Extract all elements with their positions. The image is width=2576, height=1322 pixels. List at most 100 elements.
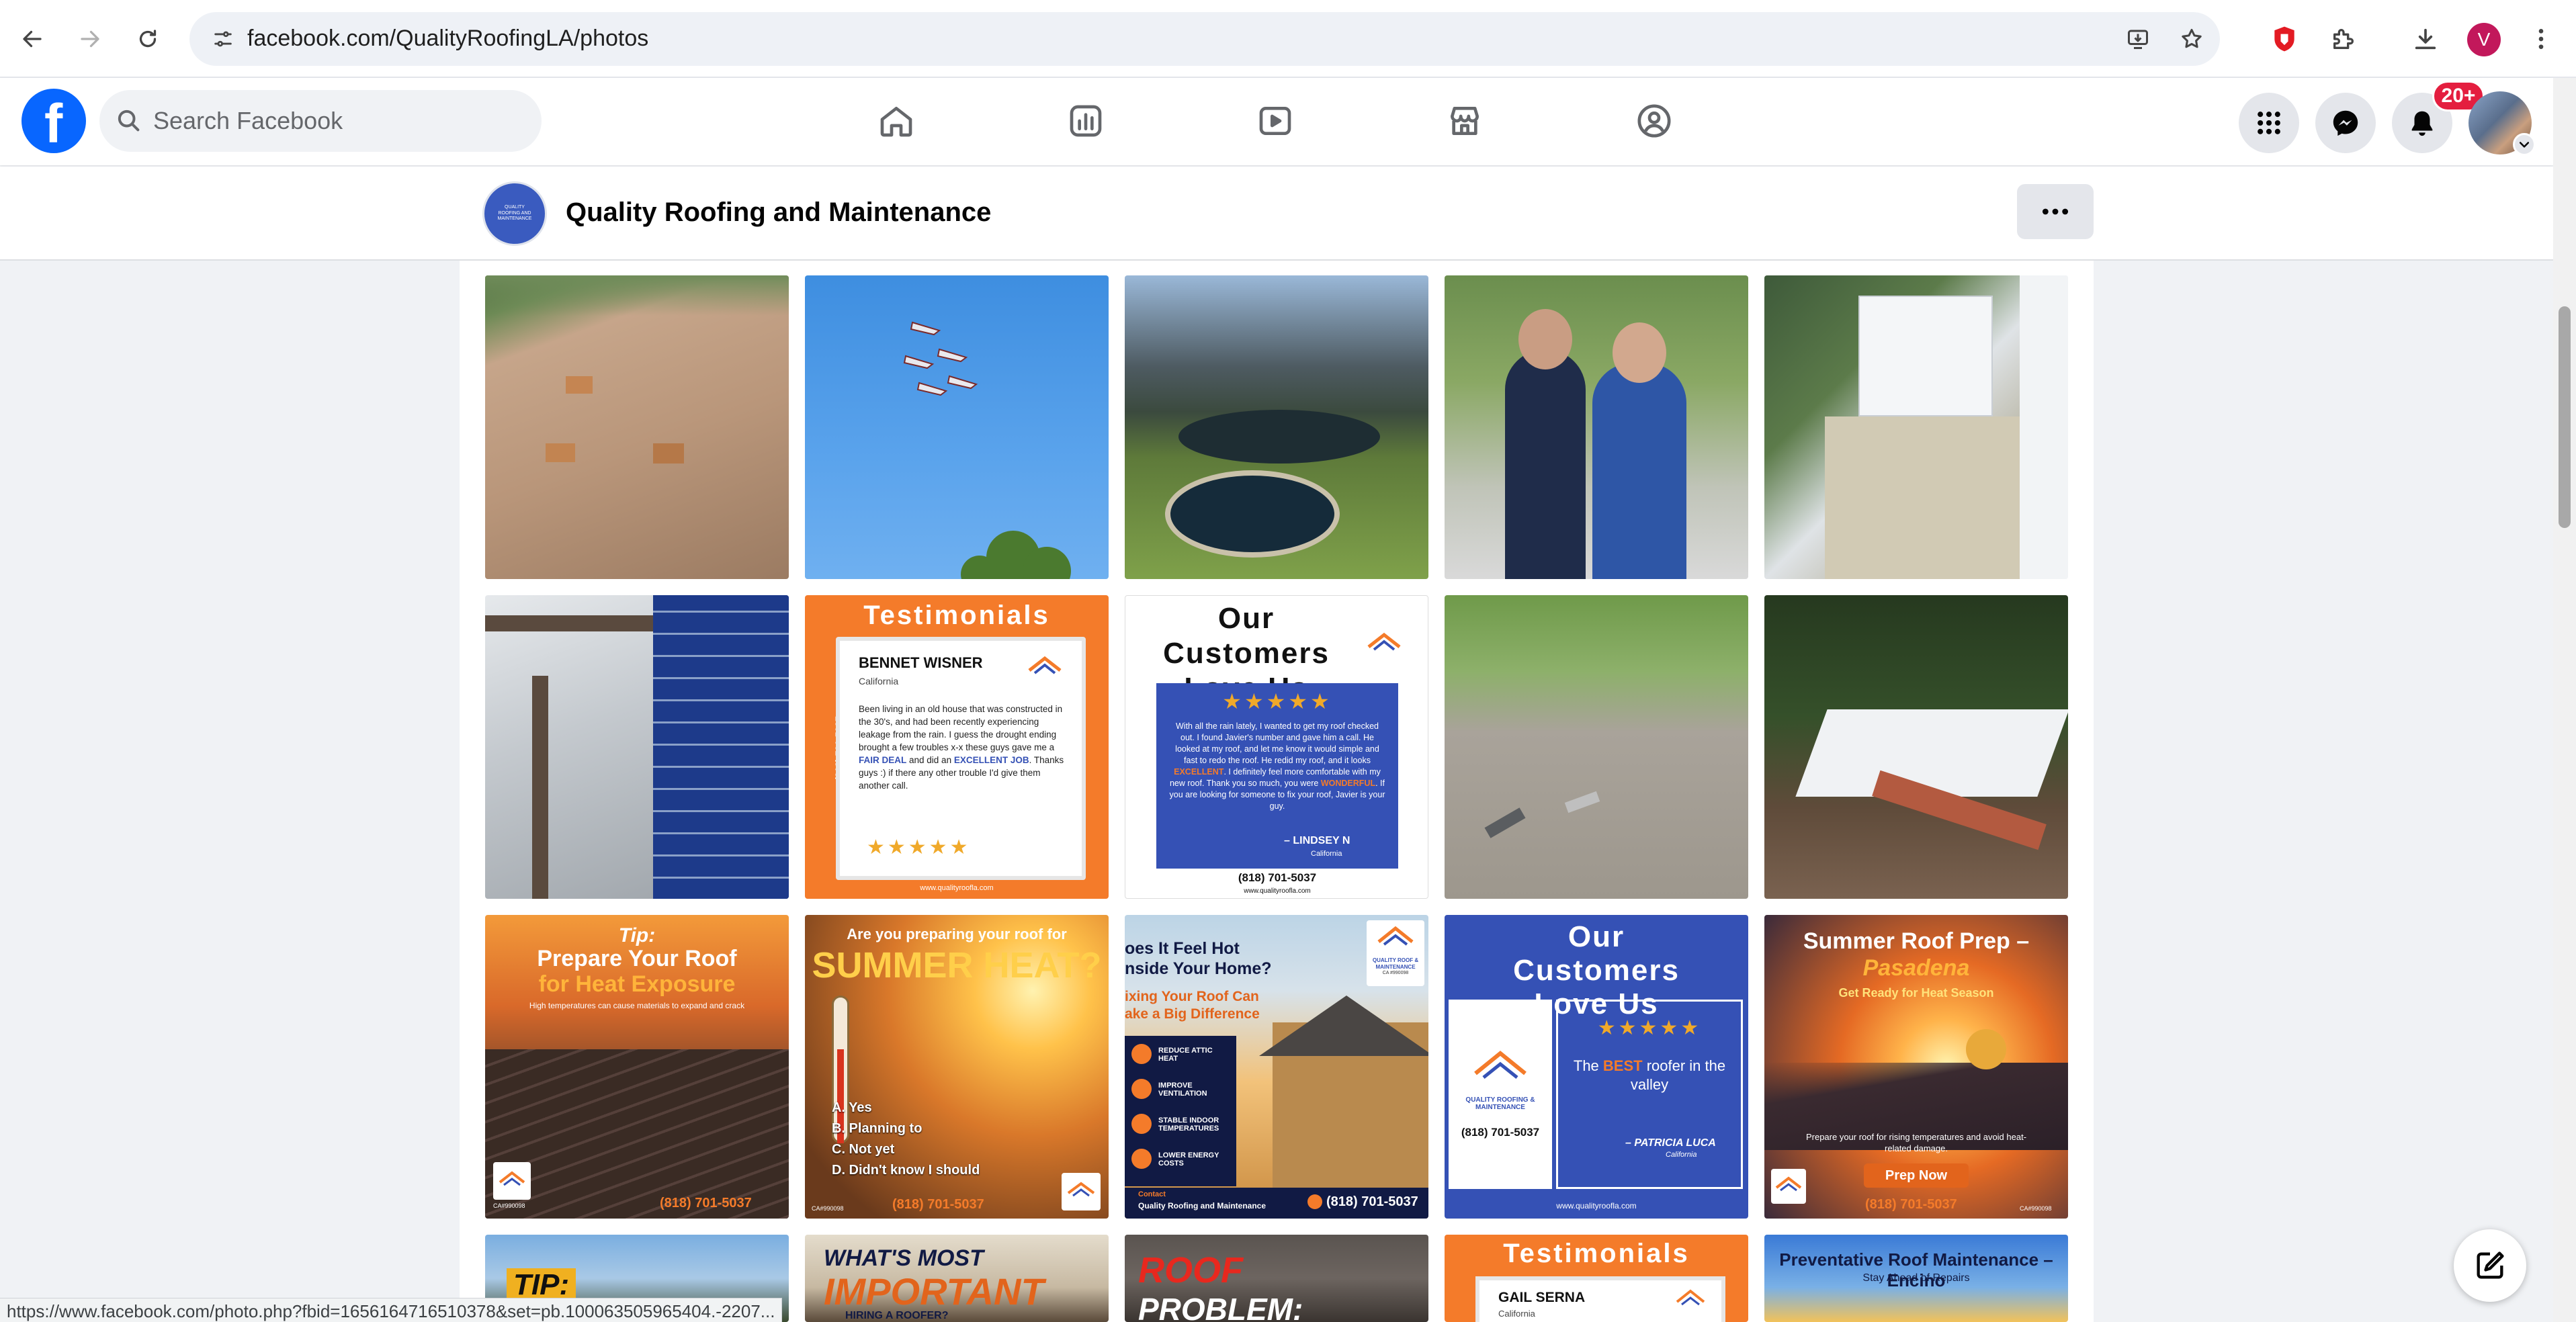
photo-house-pool[interactable] (1125, 275, 1428, 579)
summer-license: CA#990098 (812, 1205, 844, 1212)
forward-button[interactable] (70, 19, 110, 59)
install-app-icon[interactable] (2118, 19, 2158, 59)
photo-love-lindsey[interactable]: Our Customers Love Us ★★★★★ With all the… (1125, 595, 1428, 899)
testimonial-card: BENNET WISNER California Been living in … (836, 637, 1086, 880)
love2-company: QUALITY ROOFING & MAINTENANCE (1465, 1096, 1535, 1111)
summer-phone: (818) 701-5037 (892, 1197, 984, 1212)
roof-problem-line1: ROOF (1138, 1250, 1243, 1290)
summer-big: SUMMER HEAT? (812, 945, 1102, 985)
messenger-button[interactable] (2315, 93, 2376, 153)
back-button[interactable] (12, 19, 52, 59)
nav-home[interactable] (849, 87, 943, 155)
page-title[interactable]: Quality Roofing and Maintenance (566, 197, 991, 228)
reload-button[interactable] (128, 19, 168, 59)
review-stars: ★★★★★ (1222, 689, 1332, 713)
page-avatar[interactable]: QUALITY ROOFING AND MAINTENANCE (482, 181, 547, 246)
chevron-down-icon[interactable] (2513, 133, 2536, 156)
nav-marketplace[interactable] (1418, 87, 1512, 155)
status-bar-url: https://www.facebook.com/photo.php?fbid=… (0, 1298, 783, 1322)
review-author: – LINDSEY N (1284, 835, 1350, 846)
reviewer-location: California (859, 676, 899, 687)
compose-edit-icon (2473, 1248, 2507, 1283)
search-icon (116, 107, 142, 134)
page-header: QUALITY ROOFING AND MAINTENANCE Quality … (0, 167, 2553, 261)
facebook-search[interactable] (99, 90, 542, 152)
more-options-button[interactable] (2017, 184, 2094, 239)
new-message-button[interactable] (2454, 1229, 2526, 1302)
extensions-puzzle-icon[interactable] (2323, 19, 2364, 59)
photo-testimonial-bennet[interactable]: Testimonials (818) 701-5037 BENNET WISNE… (805, 595, 1109, 899)
tip-phone: (818) 701-5037 (660, 1196, 752, 1210)
row4-test-title: Testimonials (1503, 1239, 1690, 1268)
photo-feel-hot-inside[interactable]: oes It Feel Hot nside Your Home? ixing Y… (1125, 915, 1428, 1219)
bookmark-star-icon[interactable] (2172, 19, 2212, 59)
downloads-icon[interactable] (2405, 19, 2446, 59)
scrollbar-thumb[interactable] (2559, 306, 2571, 528)
photo-airshow-sky[interactable] (805, 275, 1109, 579)
facebook-logo[interactable]: f (22, 89, 86, 153)
hot-company: Quality Roofing and Maintenance (1138, 1201, 1266, 1210)
page-scrollbar[interactable] (2553, 78, 2576, 1322)
photo-two-men[interactable] (1445, 275, 1748, 579)
bell-icon (2407, 107, 2438, 138)
nav-feeds[interactable] (1039, 87, 1133, 155)
photo-roof-problem[interactable]: ROOF PROBLEM: (1125, 1235, 1428, 1322)
row4-tip-label: TIP: (507, 1268, 576, 1302)
tip-line2: for Heat Exposure (538, 971, 736, 997)
company-logo (1021, 653, 1068, 682)
photo-flat-roof-white[interactable] (1764, 275, 2068, 579)
site-info-icon[interactable] (203, 19, 243, 59)
photo-whats-important[interactable]: WHAT'S MOST IMPORTANT HIRING A ROOFER? (805, 1235, 1109, 1322)
arrow-right-icon (78, 27, 102, 51)
prep-title: Summer Roof Prep – (1803, 928, 2030, 954)
important-line1: WHAT'S MOST (824, 1245, 984, 1271)
home-icon (877, 102, 915, 140)
testimonial-text: Been living in an old house that was con… (859, 704, 1064, 791)
photo-gravel-roof[interactable] (1445, 595, 1748, 899)
marketplace-store-icon (1446, 102, 1484, 140)
messenger-icon (2330, 107, 2361, 138)
hot-line4: ake a Big Difference (1125, 1006, 1260, 1022)
review-box: ★★★★★ With all the rain lately, I wanted… (1156, 683, 1398, 869)
love2-location: California (1666, 1151, 1697, 1159)
nav-groups[interactable] (1607, 87, 1701, 155)
review-text: With all the rain lately, I wanted to ge… (1169, 721, 1385, 811)
nav-video[interactable] (1228, 87, 1322, 155)
row4-test-card: GAIL SERNA California (1475, 1276, 1725, 1322)
testimonial-url: www.qualityroofla.com (920, 884, 994, 892)
prep-now-button: Prep Now (1864, 1163, 1969, 1188)
love2-author: – PATRICIA LUCA (1625, 1137, 1716, 1149)
address-bar[interactable]: facebook.com/QualityRoofingLA/photos (189, 12, 2220, 66)
tip-license: CA#990098 (493, 1202, 525, 1209)
photo-roof-tiles[interactable] (485, 275, 789, 579)
row4-test-name: GAIL SERNA (1498, 1290, 1586, 1305)
hot-line2: nside Your Home? (1125, 959, 1272, 978)
photos-grid: Testimonials (818) 701-5037 BENNET WISNE… (460, 261, 2094, 1322)
menu-grid-button[interactable] (2239, 93, 2299, 153)
photo-summer-prep-pasadena[interactable]: Summer Roof Prep – Pasadena Get Ready fo… (1764, 915, 2068, 1219)
hot-benefits-panel: REDUCE ATTIC HEAT IMPROVE VENTILATION ST… (1125, 1036, 1236, 1186)
photo-preventative-encino[interactable]: Preventative Roof Maintenance – Encino S… (1764, 1235, 2068, 1322)
photo-tip-heat-exposure[interactable]: Tip: Prepare Your Roof for Heat Exposure… (485, 915, 789, 1219)
photo-summer-heat-poll[interactable]: Are you preparing your roof for SUMMER H… (805, 915, 1109, 1219)
love-url: www.qualityroofla.com (1244, 887, 1311, 895)
hot-badge-text: QUALITY ROOF & MAINTENANCE (1372, 957, 1419, 970)
love2-stars: ★★★★★ (1597, 1017, 1702, 1039)
browser-profile-avatar[interactable]: V (2467, 23, 2501, 56)
browser-menu-icon[interactable] (2521, 19, 2561, 59)
extension-red-icon[interactable] (2264, 19, 2305, 59)
photo-love-patricia[interactable]: Our Customers Love Us QUALITY ROOFING & … (1445, 915, 1748, 1219)
love-phone: (818) 701-5037 (1238, 871, 1317, 884)
roof-problem-line2: PROBLEM: (1138, 1292, 1303, 1322)
photo-solar-roof[interactable] (485, 595, 789, 899)
search-input[interactable] (153, 90, 529, 152)
url-text[interactable]: facebook.com/QualityRoofingLA/photos (247, 26, 648, 52)
testimonial-stars: ★★★★★ (867, 836, 971, 858)
company-logo (1771, 1169, 1806, 1204)
reviewer-name: BENNET WISNER (859, 654, 983, 671)
photo-white-roof-tile-edge[interactable] (1764, 595, 2068, 899)
summer-question: Are you preparing your roof for (847, 926, 1067, 942)
photo-testimonial-gail[interactable]: Testimonials GAIL SERNA California (1445, 1235, 1748, 1322)
company-logo (1062, 1173, 1101, 1210)
poll-option-a: A. Yes (832, 1100, 872, 1115)
